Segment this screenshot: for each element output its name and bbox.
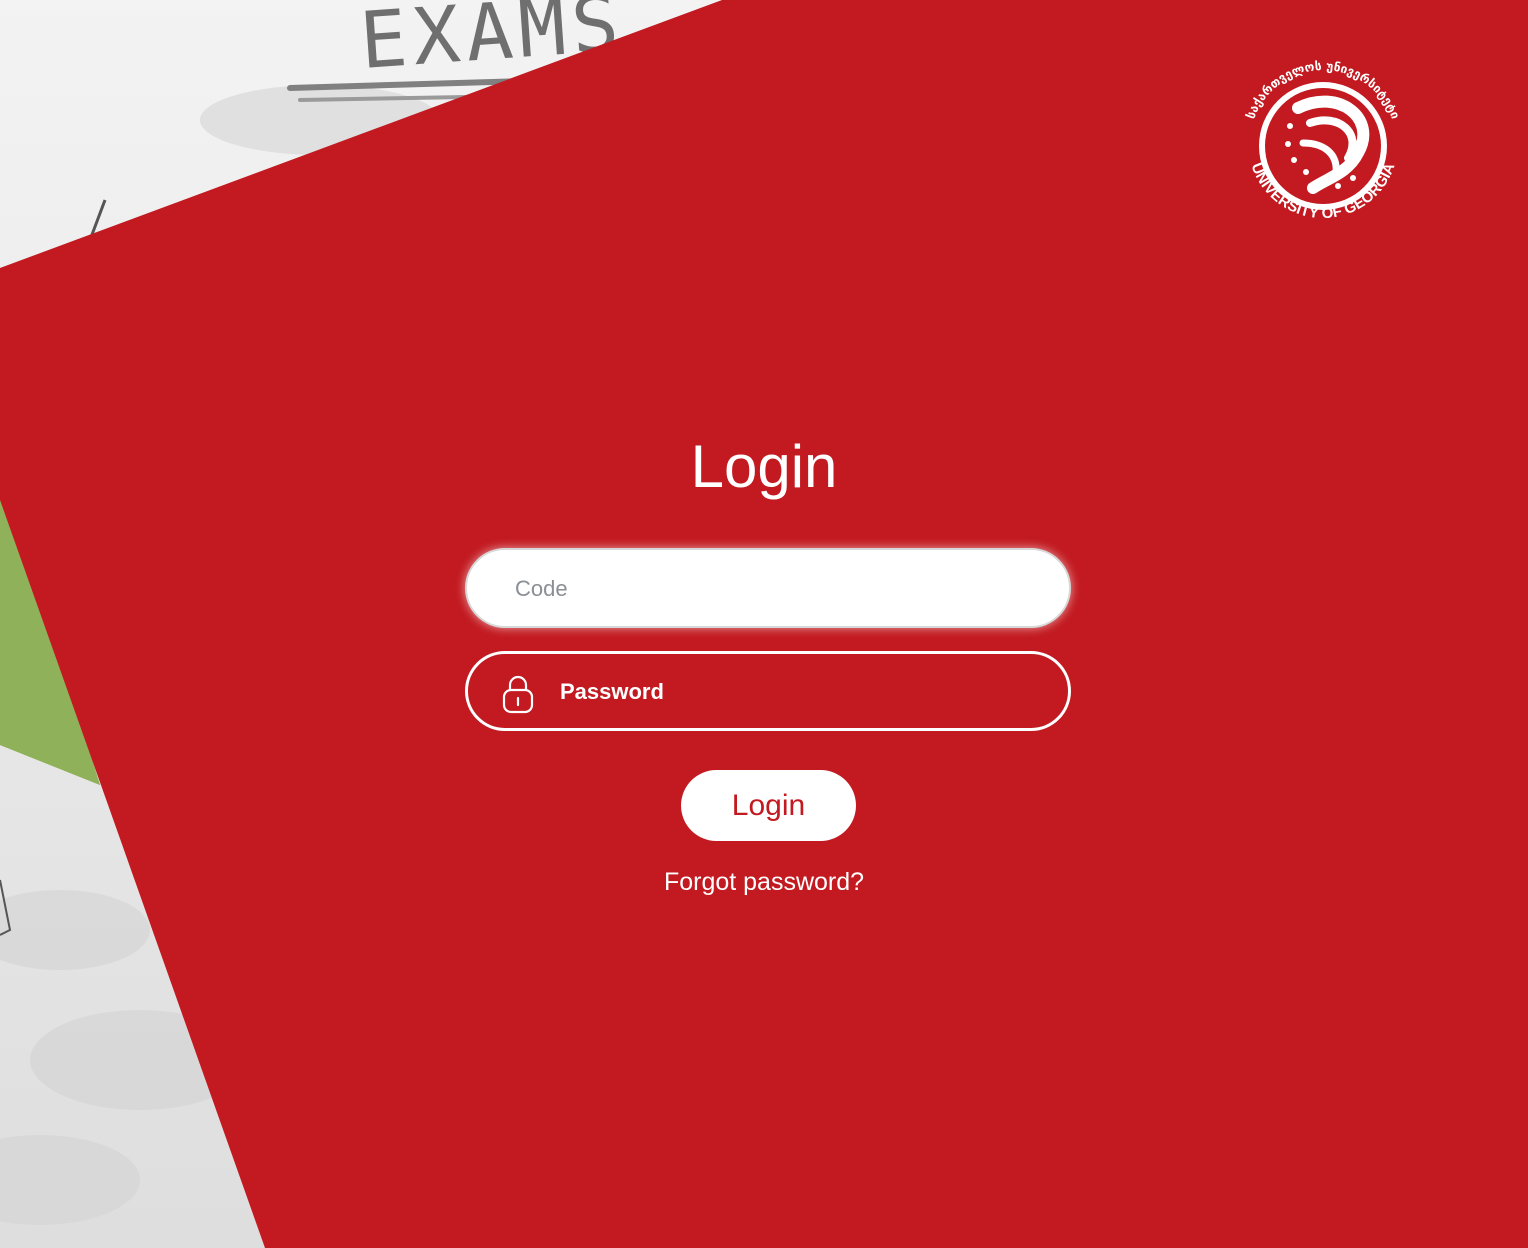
lock-icon <box>502 675 534 714</box>
code-input[interactable] <box>513 550 1037 628</box>
password-input[interactable] <box>558 654 1042 730</box>
password-field <box>465 651 1071 731</box>
login-title: Login <box>690 433 838 500</box>
login-button[interactable]: Login <box>681 770 856 841</box>
login-form: Login Login Forgot password? <box>0 0 1528 1248</box>
code-field <box>465 548 1071 628</box>
forgot-password-link[interactable]: Forgot password? <box>0 868 1528 897</box>
